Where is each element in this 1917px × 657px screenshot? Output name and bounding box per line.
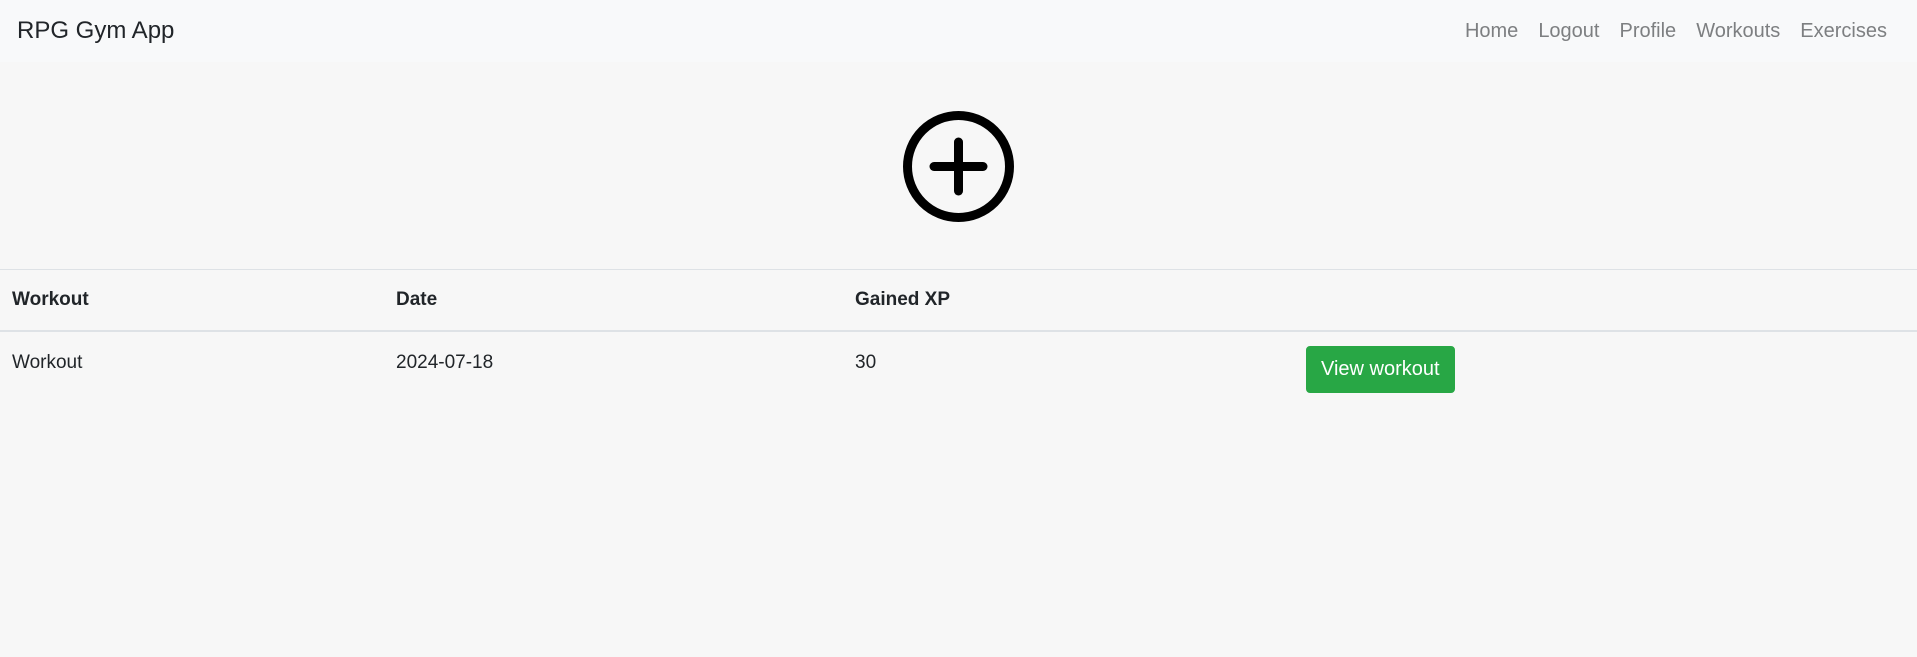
column-header-date: Date <box>384 269 843 332</box>
plus-circle-icon <box>903 111 1014 222</box>
nav-link-exercises[interactable]: Exercises <box>1800 20 1887 43</box>
cell-date: 2024-07-18 <box>396 351 494 373</box>
column-header-actions <box>1294 269 1917 332</box>
navbar: RPG Gym App Home Logout Profile Workouts… <box>0 0 1917 62</box>
nav-link-home[interactable]: Home <box>1465 20 1518 43</box>
cell-actions: View workout <box>1294 331 1917 397</box>
cell-gained-xp: 30 <box>855 351 877 373</box>
nav-link-logout[interactable]: Logout <box>1538 20 1599 43</box>
table-header-row: Workout Date Gained XP <box>0 269 1917 332</box>
column-header-workout: Workout <box>0 269 384 332</box>
workouts-table: Workout Date Gained XP Workout 2024-07-1… <box>0 269 1917 397</box>
nav-link-workouts[interactable]: Workouts <box>1696 20 1780 43</box>
add-workout-section <box>0 62 1917 269</box>
table-row: Workout 2024-07-18 30 View workout <box>0 331 1917 397</box>
nav-links: Home Logout Profile Workouts Exercises <box>1445 0 1887 62</box>
view-workout-button[interactable]: View workout <box>1306 345 1455 393</box>
brand-link[interactable]: RPG Gym App <box>17 17 174 45</box>
nav-link-profile[interactable]: Profile <box>1619 20 1676 43</box>
column-header-gained-xp: Gained XP <box>843 269 1294 332</box>
cell-workout-name: Workout <box>12 351 83 373</box>
add-workout-button[interactable] <box>902 110 1015 223</box>
